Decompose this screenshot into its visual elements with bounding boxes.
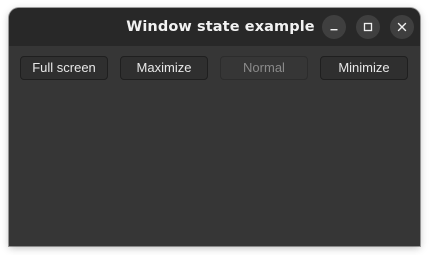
app-window: Window state example Full screen Maximiz…: [9, 8, 420, 246]
full-screen-button[interactable]: Full screen: [20, 56, 108, 80]
action-bar: Full screen Maximize Normal Minimize: [20, 56, 410, 80]
titlebar[interactable]: Window state example: [9, 8, 420, 46]
maximize-icon: [363, 22, 373, 32]
maximize-action-button[interactable]: Maximize: [120, 56, 208, 80]
normal-button: Normal: [220, 56, 308, 80]
maximize-button[interactable]: [356, 15, 380, 39]
close-icon: [397, 22, 407, 32]
minimize-action-button[interactable]: Minimize: [320, 56, 408, 80]
close-button[interactable]: [390, 15, 414, 39]
minimize-button[interactable]: [322, 15, 346, 39]
minimize-icon: [330, 29, 338, 31]
